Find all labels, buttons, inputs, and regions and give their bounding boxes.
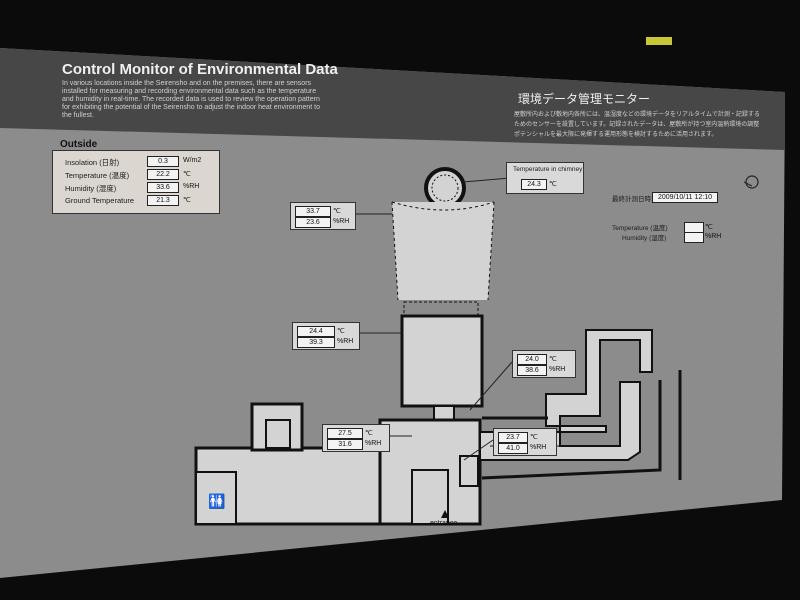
sensor-card-lower-chimney: 24.4 ℃ 39.3 %RH [292,322,360,350]
legend-hum-label: Humidity (湿度) [622,235,667,242]
outside-label: Humidity (湿度) [65,184,117,193]
last-measured-value: 2009/10/11 12:10 [652,192,718,203]
outside-label: Ground Temperature [65,196,135,205]
outside-panel: Insolation (日射) 0.3 W/m2 Temperature (温度… [52,150,220,214]
restroom-icon: 🚻 [208,493,225,510]
outside-unit: W/m2 [183,157,202,164]
title-jp: 環境データ管理モニター [518,92,651,106]
last-measured-label: 最終計測日時: [612,196,653,203]
sensor-hum-value: 38.6 [517,365,547,376]
outside-unit: %RH [183,183,200,190]
chimney-value: 24.3 [521,179,547,190]
sensor-card-entrance-room: 23.7 ℃ 41.0 %RH [493,428,557,456]
upper-chimney-shaft [392,202,494,300]
legend-temp-unit: ℃ [705,224,713,231]
sensor-temp-unit: ℃ [549,356,557,363]
legend-temp-label: Temperature (温度) [612,225,668,232]
chimney-temp-card: Temperature in chimney 24.3 ℃ [506,162,584,194]
sensor-temp-value: 24.0 [517,354,547,365]
legend-hum-box [684,232,704,243]
sensor-hum-unit: %RH [365,440,382,447]
outside-label: Insolation (日射) [65,158,120,167]
status-indicator [646,37,672,45]
sensor-card-left-hall: 27.5 ℃ 31.6 %RH [322,424,390,452]
sensor-card-right-hall: 24.0 ℃ 38.6 %RH [512,350,576,378]
sensor-hum-unit: %RH [549,366,566,373]
lower-chimney-shaft [400,314,484,408]
chimney-label: Temperature in chimney [513,166,583,173]
sensor-temp-value: 24.4 [297,326,335,337]
sensor-temp-value: 23.7 [498,432,528,443]
sensor-hum-value: 39.3 [297,337,335,348]
sensor-card-upper-chimney: 33.7 ℃ 23.6 %RH [290,202,356,230]
sensor-temp-unit: ℃ [337,328,345,335]
chimney-unit: ℃ [549,181,557,188]
title-en: Control Monitor of Environmental Data [62,61,338,78]
description-en: In various locations inside the Seirensh… [62,80,321,119]
sensor-temp-unit: ℃ [365,430,373,437]
sensor-hum-unit: %RH [337,338,354,345]
outside-value: 21.3 [147,195,179,206]
legend-hum-unit: %RH [705,233,722,240]
sensor-temp-unit: ℃ [333,208,341,215]
outside-label: Temperature (温度) [65,171,130,180]
sensor-hum-value: 41.0 [498,443,528,454]
sensor-hum-unit: %RH [530,444,547,451]
description-jp: 屋敷所内および敷地内各所には、温湿度などの環境データをリアルタイムで計測・記録す… [514,112,760,138]
outside-value: 0.3 [147,156,179,167]
sensor-hum-value: 31.6 [327,439,363,450]
outside-value: 22.2 [147,169,179,180]
outside-unit: ℃ [183,171,191,178]
sensor-hum-unit: %RH [333,218,350,225]
sensor-temp-value: 27.5 [327,428,363,439]
sensor-hum-value: 23.6 [295,217,331,228]
sensor-temp-value: 33.7 [295,206,331,217]
outside-unit: ℃ [183,197,191,204]
outside-value: 33.6 [147,182,179,193]
outside-heading: Outside [60,139,98,150]
entrance-label: entrance [430,520,458,527]
sensor-temp-unit: ℃ [530,434,538,441]
